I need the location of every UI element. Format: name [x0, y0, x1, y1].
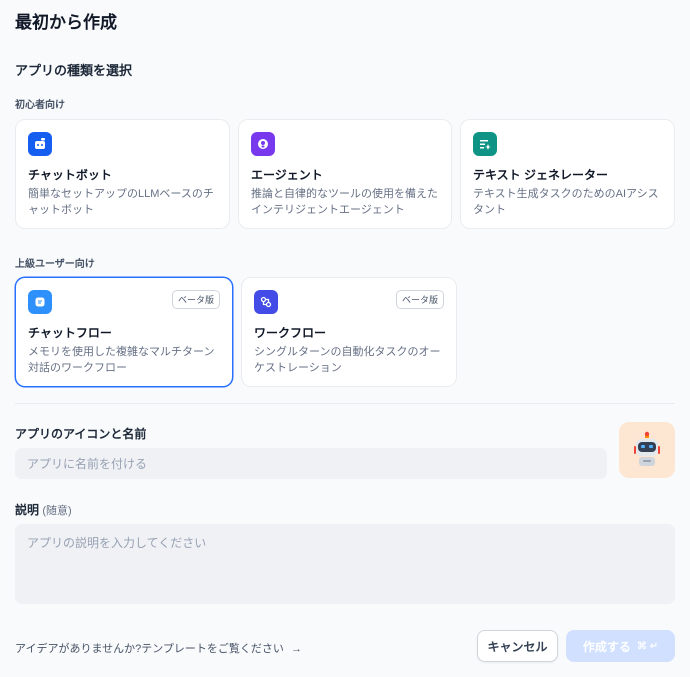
app-type-card-text-generator[interactable]: テキスト ジェネレーター テキスト生成タスクのためのAIアシスタント: [460, 119, 675, 229]
keyboard-shortcut-hint: ⌘ ↵: [636, 640, 659, 652]
robot-icon: [634, 431, 660, 466]
chatflow-icon: [28, 290, 52, 314]
create-button-label: 作成する: [582, 639, 631, 654]
app-description-input[interactable]: [15, 524, 675, 604]
create-button[interactable]: 作成する ⌘ ↵: [566, 630, 675, 662]
card-title: ワークフロー: [254, 326, 327, 340]
description-label-text: 説明: [15, 503, 40, 517]
card-title: チャットフロー: [28, 326, 112, 340]
agent-icon: [251, 132, 275, 156]
arrow-right-icon: →: [290, 643, 302, 655]
card-description: シングルターンの自動化タスクのオーケストレーション: [254, 346, 441, 374]
advanced-group-label: 上級ユーザー向け: [15, 259, 95, 270]
optional-marker: (随意): [42, 505, 72, 517]
name-field-label: アプリのアイコンと名前: [15, 427, 147, 441]
description-field-label: 説明 (随意): [15, 501, 72, 518]
browse-templates-link[interactable]: アイデアがありませんか?テンプレートをご覧ください →: [15, 640, 302, 656]
card-description: テキスト生成タスクのためのAIアシスタント: [473, 188, 659, 216]
card-description: 推論と自律的なツールの使用を備えたインテリジェントエージェント: [251, 188, 438, 216]
card-title: チャットボット: [28, 168, 112, 182]
card-title: エージェント: [251, 168, 323, 182]
page-title: 最初から作成: [15, 13, 117, 32]
beginner-group-label: 初心者向け: [15, 100, 65, 111]
text-generator-icon: [473, 132, 497, 156]
workflow-icon: [254, 290, 278, 314]
beta-badge: ベータ版: [395, 290, 444, 309]
beta-badge: ベータ版: [171, 290, 220, 309]
app-type-card-chatbot[interactable]: チャットボット 簡単なセットアップのLLMベースのチャットボット: [15, 119, 230, 229]
app-icon-picker[interactable]: [619, 422, 675, 478]
app-type-card-workflow[interactable]: ベータ版 ワークフロー シングルターンの自動化タスクのオーケストレーション: [241, 277, 457, 387]
cancel-button[interactable]: キャンセル: [477, 630, 558, 662]
chatbot-icon: [28, 132, 52, 156]
card-description: メモリを使用した複雑なマルチターン対話のワークフロー: [28, 346, 215, 374]
app-type-card-chatflow[interactable]: ベータ版 チャットフロー メモリを使用した複雑なマルチターン対話のワークフロー: [15, 277, 233, 387]
app-type-card-agent[interactable]: エージェント 推論と自律的なツールの使用を備えたインテリジェントエージェント: [238, 119, 452, 229]
template-link-text: アイデアがありませんか?テンプレートをご覧ください: [15, 643, 284, 655]
card-title: テキスト ジェネレーター: [473, 168, 608, 182]
app-name-input[interactable]: [15, 448, 607, 479]
section-divider: [15, 403, 675, 404]
card-description: 簡単なセットアップのLLMベースのチャットボット: [28, 188, 214, 216]
app-type-section-title: アプリの種類を選択: [15, 63, 133, 78]
